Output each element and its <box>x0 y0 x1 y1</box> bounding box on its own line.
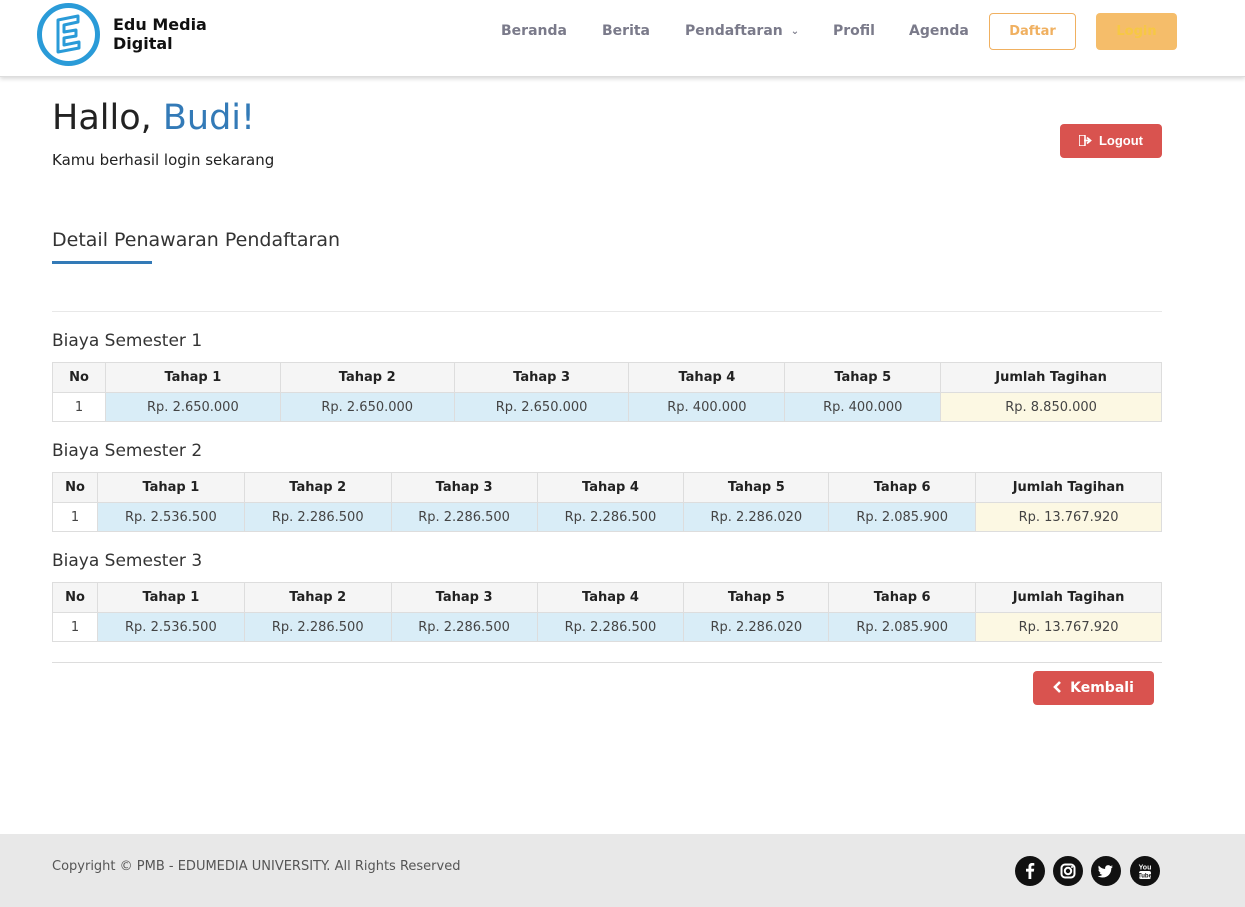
copyright-text: Copyright © PMB - EDUMEDIA UNIVERSITY. A… <box>52 859 461 874</box>
divider <box>52 311 1162 312</box>
column-header: Tahap 3 <box>390 472 538 503</box>
kembali-button[interactable]: Kembali <box>1033 671 1154 705</box>
cell-tahap: Rp. 2.650.000 <box>104 392 281 422</box>
cell-tahap: Rp. 2.286.500 <box>536 502 685 532</box>
svg-text:You: You <box>1139 865 1152 872</box>
column-header: No <box>52 362 106 393</box>
svg-text:Tube: Tube <box>1138 874 1153 880</box>
nav-beranda[interactable]: Beranda <box>501 23 567 39</box>
table-row: 1 Rp. 2.536.500 Rp. 2.286.500 Rp. 2.286.… <box>52 502 1162 532</box>
table-row: 1 Rp. 2.650.000 Rp. 2.650.000 Rp. 2.650.… <box>52 392 1162 422</box>
column-header: Tahap 2 <box>279 362 455 393</box>
column-header: Tahap 5 <box>784 362 942 393</box>
cell-tahap: Rp. 2.286.500 <box>536 612 685 642</box>
column-header: Tahap 2 <box>243 472 392 503</box>
divider <box>52 662 1162 663</box>
column-header: Tahap 5 <box>683 472 830 503</box>
chevron-down-icon: ⌄ <box>790 26 800 37</box>
cell-tahap: Rp. 2.286.500 <box>243 502 392 532</box>
nav-berita[interactable]: Berita <box>602 23 650 39</box>
column-header: No <box>52 582 98 613</box>
site-header: Edu Media Digital Beranda Berita Pendaft… <box>0 0 1245 77</box>
column-header: Tahap 3 <box>453 362 630 393</box>
column-header: Tahap 1 <box>96 472 245 503</box>
cell-no: 1 <box>52 502 98 532</box>
kembali-label: Kembali <box>1070 680 1134 696</box>
logout-label: Logout <box>1098 133 1144 148</box>
twitter-icon[interactable] <box>1091 856 1121 886</box>
cell-tahap: Rp. 2.286.500 <box>243 612 392 642</box>
nav-pendaftaran-label: Pendaftaran <box>685 23 783 39</box>
column-header: Tahap 4 <box>628 362 786 393</box>
column-header: Tahap 2 <box>243 582 392 613</box>
column-header: Tahap 5 <box>683 582 830 613</box>
instagram-icon[interactable] <box>1053 856 1083 886</box>
column-header: Tahap 3 <box>390 582 538 613</box>
nav-pendaftaran[interactable]: Pendaftaran ⌄ <box>685 23 799 39</box>
semester-2-table: No Tahap 1 Tahap 2 Tahap 3 Tahap 4 Tahap… <box>52 472 1162 532</box>
cell-no: 1 <box>52 612 98 642</box>
cell-tahap: Rp. 2.286.020 <box>683 502 830 532</box>
table-header-row: No Tahap 1 Tahap 2 Tahap 3 Tahap 4 Tahap… <box>52 472 1162 503</box>
column-header: Tahap 6 <box>828 582 977 613</box>
cell-tahap: Rp. 2.536.500 <box>96 502 245 532</box>
cell-tahap: Rp. 2.085.900 <box>828 502 977 532</box>
daftar-button[interactable]: Daftar <box>989 13 1076 50</box>
youtube-icon[interactable]: You Tube <box>1130 856 1160 886</box>
column-header: Tahap 4 <box>536 472 685 503</box>
table-row: 1 Rp. 2.536.500 Rp. 2.286.500 Rp. 2.286.… <box>52 612 1162 642</box>
greeting-hello: Hallo, <box>52 98 163 138</box>
column-header: Jumlah Tagihan <box>940 362 1162 393</box>
semester-3-table: No Tahap 1 Tahap 2 Tahap 3 Tahap 4 Tahap… <box>52 582 1162 642</box>
nav-profil[interactable]: Profil <box>833 23 875 39</box>
column-header: Tahap 1 <box>104 362 281 393</box>
sign-out-icon <box>1078 134 1092 147</box>
title-underline <box>52 261 152 264</box>
cell-tahap: Rp. 2.286.020 <box>683 612 830 642</box>
cell-tahap: Rp. 2.536.500 <box>96 612 245 642</box>
login-button[interactable]: Login <box>1096 13 1177 50</box>
semester-1-title: Biaya Semester 1 <box>52 331 203 351</box>
greeting-user-name: Budi! <box>162 98 256 138</box>
column-header: No <box>52 472 98 503</box>
table-header-row: No Tahap 1 Tahap 2 Tahap 3 Tahap 4 Tahap… <box>52 582 1162 613</box>
cell-total: Rp. 13.767.920 <box>975 612 1162 642</box>
column-header: Jumlah Tagihan <box>975 582 1162 613</box>
greeting-subtitle: Kamu berhasil login sekarang <box>52 151 275 169</box>
cell-tahap: Rp. 400.000 <box>784 392 942 422</box>
facebook-icon[interactable] <box>1015 856 1045 886</box>
cell-tahap: Rp. 2.286.500 <box>390 502 538 532</box>
chevron-left-icon <box>1053 681 1062 693</box>
column-header: Jumlah Tagihan <box>975 472 1162 503</box>
semester-3-title: Biaya Semester 3 <box>52 551 203 571</box>
cell-total: Rp. 13.767.920 <box>975 502 1162 532</box>
cell-tahap: Rp. 2.650.000 <box>279 392 455 422</box>
logout-button[interactable]: Logout <box>1060 124 1162 158</box>
column-header: Tahap 4 <box>536 582 685 613</box>
cell-tahap: Rp. 2.286.500 <box>390 612 538 642</box>
semester-1-table: No Tahap 1 Tahap 2 Tahap 3 Tahap 4 Tahap… <box>52 362 1162 422</box>
section-title: Detail Penawaran Pendaftaran <box>52 229 341 251</box>
cell-no: 1 <box>52 392 106 422</box>
column-header: Tahap 1 <box>96 582 245 613</box>
greeting-heading: Hallo, Budi! <box>52 98 255 138</box>
cell-total: Rp. 8.850.000 <box>940 392 1162 422</box>
column-header: Tahap 6 <box>828 472 977 503</box>
cell-tahap: Rp. 400.000 <box>628 392 786 422</box>
site-footer: Copyright © PMB - EDUMEDIA UNIVERSITY. A… <box>0 834 1245 907</box>
semester-2-title: Biaya Semester 2 <box>52 441 203 461</box>
nav-agenda[interactable]: Agenda <box>909 23 969 39</box>
table-header-row: No Tahap 1 Tahap 2 Tahap 3 Tahap 4 Tahap… <box>52 362 1162 393</box>
cell-tahap: Rp. 2.650.000 <box>453 392 630 422</box>
cell-tahap: Rp. 2.085.900 <box>828 612 977 642</box>
